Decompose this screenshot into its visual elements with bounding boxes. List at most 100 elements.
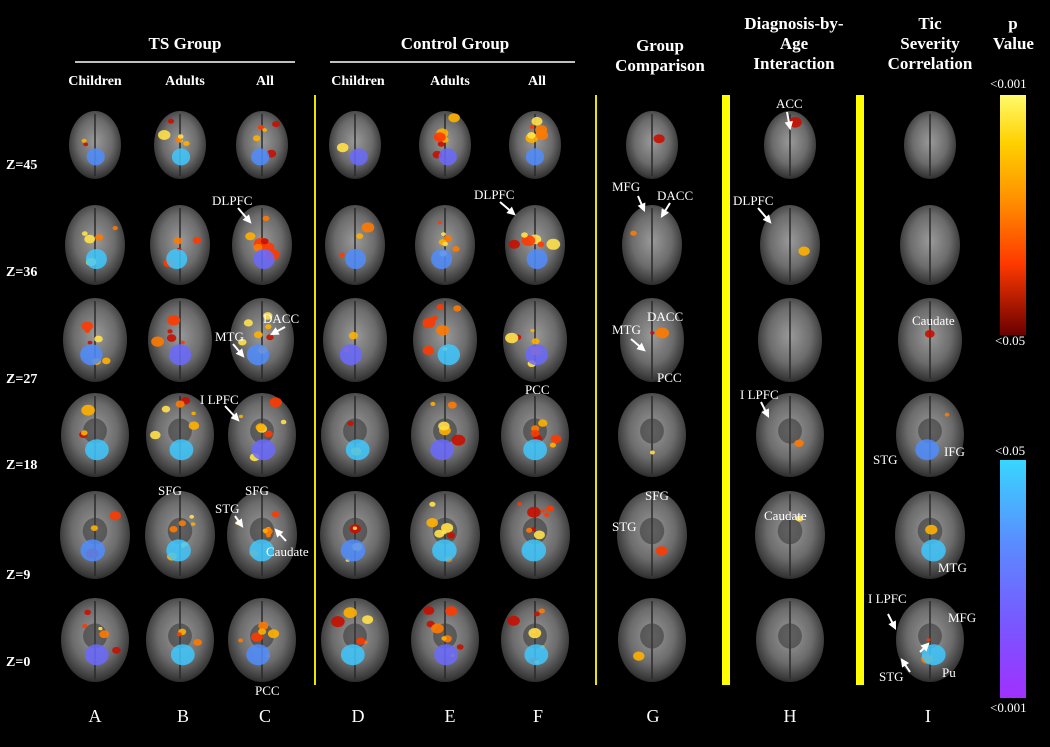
activation-blob [253,135,261,142]
activation-blob [109,511,121,521]
brain-slice [755,491,825,579]
activation-blob [546,238,561,250]
brain-slice [618,393,686,477]
activation-blob [95,234,104,241]
brain-slice [236,111,288,179]
deactivation-blob [85,439,109,461]
activation-blob [343,607,357,619]
activation-blob [262,215,270,222]
activation-blob [798,246,810,256]
activation-blob [447,401,457,409]
deactivation-blob [80,344,103,366]
deactivation-blob [80,539,105,562]
deactivation-blob [437,344,460,366]
brain-slice [410,491,480,579]
annotation-mfg-g: MFG [612,179,641,194]
annotation-caudate-h: Caudate [764,508,807,523]
colorbar-negative-bottom-label: <0.001 [990,700,1027,715]
activation-blob [267,629,280,639]
activation-blob [338,252,345,258]
brain-slice [756,598,824,682]
activation-blob [429,501,436,507]
negative-colorbar [1000,460,1026,698]
activation-blob [81,231,88,236]
activation-blob [521,232,528,238]
annotation-dlpfc-f: DLPFC [474,187,515,202]
deactivation-blob [166,249,188,269]
annotation-stg-g: STG [612,519,637,534]
annotation-ifg-i: IFG [944,444,965,459]
positive-colorbar [1000,95,1026,335]
activation-blob [517,502,523,507]
activation-blob [507,615,520,626]
activation-blob [535,130,549,141]
activation-blob [441,232,446,237]
brain-slice [61,598,129,682]
activation-blob [255,423,266,432]
activation-blob [188,421,200,430]
activation-blob [530,328,535,333]
deactivation-blob [523,439,547,461]
activation-blob [177,134,184,139]
activation-blob [258,628,267,635]
activation-blob [422,345,434,355]
brain-slice [626,111,678,179]
brain-slice [154,111,206,179]
brain-slice [146,598,214,682]
diagnosis-by-age-header: Diagnosis-by- Age Interaction [744,14,844,73]
column-label-c: C [258,706,271,726]
annotation-stg-i2: STG [879,669,904,684]
deactivation-blob [521,539,547,562]
annotation-mtg-c: MTG [215,329,244,344]
activation-blob [191,411,196,416]
activation-blob [653,134,665,144]
brain-slice [896,393,964,477]
annotation-pcc-f: PCC [525,382,550,397]
activation-blob [81,138,87,143]
annotation-ilpfc-h: I LPFC [740,387,779,402]
activation-blob [81,321,94,331]
tic-severity-header: Tic Severity Correlation [887,14,973,73]
subheader-ts-adults: Adults [165,74,205,89]
activation-blob [272,121,280,128]
activation-blob [537,241,545,248]
deactivation-blob [438,148,457,166]
deactivation-blob [340,644,365,666]
activation-blob [271,511,280,518]
brain-slice [323,298,387,382]
annotation-dlpfc-c: DLPFC [212,193,253,208]
deactivation-blob [432,539,457,562]
activation-blob [238,414,243,419]
column-label-f: F [532,706,543,726]
column-label-a: A [88,706,102,726]
deactivation-blob [251,439,276,461]
deactivation-blob [345,439,370,461]
separator-interaction-severity [856,95,864,685]
activation-blob [82,623,88,629]
subheader-control-all: All [528,74,546,89]
activation-blob [531,116,543,126]
annotation-sfg-b: SFG [158,483,182,498]
activation-blob [527,506,541,518]
colorbar-negative-top-label: <0.05 [995,443,1026,458]
deactivation-blob [430,439,454,461]
activation-blob [348,331,358,340]
deactivation-blob [169,439,194,461]
column-label-g: G [646,706,660,726]
p-value-header: p Value [993,14,1034,53]
activation-blob [650,331,655,335]
deactivation-blob [85,249,107,269]
annotation-pu-i: Pu [942,665,956,680]
activation-blob [84,234,96,244]
annotation-sfg-g: SFG [645,488,669,503]
deactivation-blob [434,644,458,666]
activation-blob [926,638,931,642]
activation-blob [452,246,460,252]
z-label-45: Z=45 [6,158,38,173]
column-label-e: E [444,706,456,726]
activation-blob [649,450,655,455]
annotation-arrow [757,207,772,224]
colorbar-positive-top-label: <0.001 [990,76,1027,91]
activation-blob [94,335,103,343]
deactivation-blob [171,148,191,166]
